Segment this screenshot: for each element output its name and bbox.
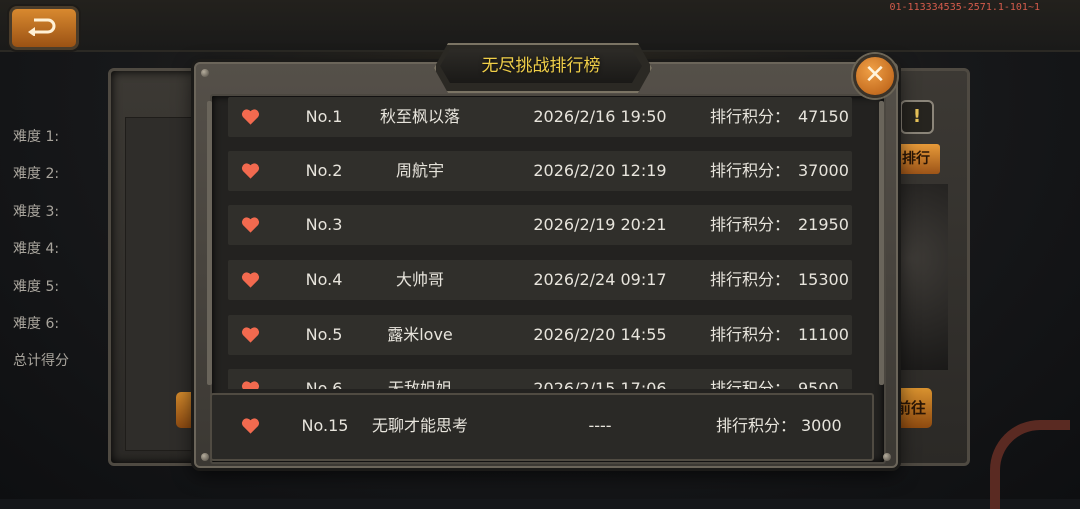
ranking-row: No.1 秋至枫以落 2026/2/16 19:50 排行积分： 47150	[228, 97, 852, 137]
total-score-label: 总计得分	[13, 353, 69, 369]
player-name	[358, 205, 482, 245]
frame-rail-left	[207, 101, 212, 385]
score-value: 15300	[798, 270, 849, 289]
dialog-title: 无尽挑战排行榜	[481, 56, 601, 76]
heart-icon	[241, 272, 260, 288]
player-name: 大帅哥	[395, 270, 444, 289]
score-label: 排行积分：	[710, 107, 791, 126]
rank-number: No.3	[305, 215, 343, 234]
self-player-name: 无聊才能思考	[371, 416, 468, 435]
heart-icon	[241, 217, 260, 233]
player-name: 无敌姐姐	[387, 379, 452, 389]
rank-number: No.1	[305, 107, 343, 126]
rivet	[883, 453, 891, 461]
rank-number: No.4	[305, 270, 343, 289]
ranking-row: No.2 周航宇 2026/2/20 12:19 排行积分： 37000	[228, 151, 852, 191]
heart-icon	[241, 163, 260, 179]
score-label: 排行积分：	[710, 215, 791, 234]
heart-icon	[241, 381, 260, 389]
heart-icon	[241, 327, 260, 343]
record-time: 2026/2/20 14:55	[533, 325, 667, 344]
score-value: 37000	[798, 161, 849, 180]
heart-icon	[241, 418, 260, 434]
score-value: 11100	[798, 325, 849, 344]
info-icon[interactable]: !	[900, 100, 934, 134]
rivet	[201, 453, 209, 461]
self-score-value: 3000	[801, 416, 842, 435]
difficulty-label: 难度 5:	[13, 279, 60, 295]
difficulty-label: 难度 2:	[13, 166, 60, 182]
record-time: 2026/2/19 20:21	[533, 215, 667, 234]
ranking-row: No.6 无敌姐姐 2026/2/15 17:06 排行积分： 9500	[228, 369, 852, 389]
rank-number: No.5	[305, 325, 343, 344]
score-label: 排行积分：	[710, 325, 791, 344]
self-record-time: ----	[588, 416, 612, 435]
rank-number: No.6	[305, 379, 343, 389]
ranking-row: No.3 2026/2/19 20:21 排行积分： 21950	[228, 205, 852, 245]
frame-rail-right[interactable]	[879, 101, 884, 385]
record-time: 2026/2/16 19:50	[533, 107, 667, 126]
difficulty-label: 难度 1:	[13, 129, 60, 145]
close-button[interactable]: ✕	[853, 54, 897, 98]
score-label: 排行积分：	[716, 416, 797, 435]
build-id: 01-113334535-2571.1-101~1	[889, 2, 1040, 13]
score-label: 排行积分：	[710, 379, 791, 389]
score-value: 21950	[798, 215, 849, 234]
score-value: 47150	[798, 107, 849, 126]
score-value: 9500	[798, 379, 839, 389]
score-label: 排行积分：	[710, 270, 791, 289]
self-rank-row: No.15 无聊才能思考 ---- 排行积分： 3000	[228, 406, 852, 446]
difficulty-label: 难度 3:	[13, 204, 60, 220]
heart-icon	[241, 109, 260, 125]
back-arrow-icon	[28, 18, 56, 36]
back-button[interactable]	[9, 6, 79, 50]
player-name: 周航宇	[395, 161, 444, 180]
ranking-row: No.4 大帅哥 2026/2/24 09:17 排行积分： 15300	[228, 260, 852, 300]
ranking-list[interactable]: No.1 秋至枫以落 2026/2/16 19:50 排行积分： 47150 N…	[228, 97, 852, 389]
difficulty-label: 难度 6:	[13, 316, 60, 332]
difficulty-label: 难度 4:	[13, 241, 60, 257]
ranking-row: No.5 露米love 2026/2/20 14:55 排行积分： 11100	[228, 315, 852, 355]
self-rank-number: No.15	[301, 416, 349, 435]
close-icon: ✕	[864, 60, 886, 90]
rank-number: No.2	[305, 161, 343, 180]
rivet	[201, 69, 209, 77]
record-time: 2026/2/24 09:17	[533, 270, 667, 289]
record-time: 2026/2/15 17:06	[533, 379, 667, 389]
score-label: 排行积分：	[710, 161, 791, 180]
player-name: 秋至枫以落	[379, 107, 460, 126]
record-time: 2026/2/20 12:19	[533, 161, 667, 180]
player-name: 露米love	[387, 325, 453, 344]
